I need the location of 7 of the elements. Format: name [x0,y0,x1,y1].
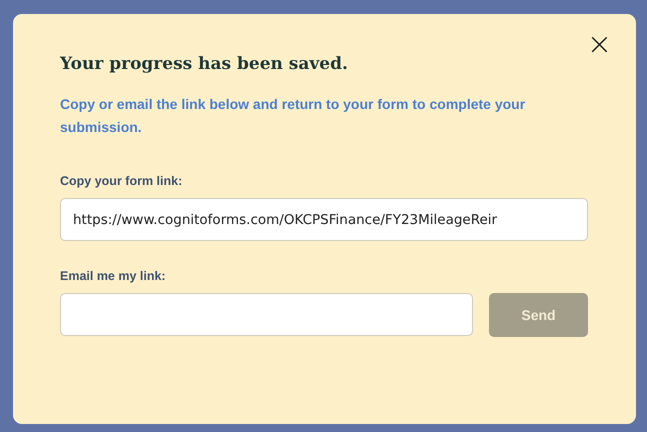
email-field[interactable] [60,293,473,336]
close-button[interactable]: × [584,32,614,58]
dialog-message: Copy or email the link below and return to your form to complete your submission. [60,95,526,137]
dialog-title: Your progress has been saved. [60,54,349,74]
field-label: Copy your form link: [60,174,182,188]
link-field[interactable]: https://www.cognitoforms.com/OKCPSFinance/FY23MileageReir [60,198,588,241]
field-label: Email me my link: [60,269,166,283]
